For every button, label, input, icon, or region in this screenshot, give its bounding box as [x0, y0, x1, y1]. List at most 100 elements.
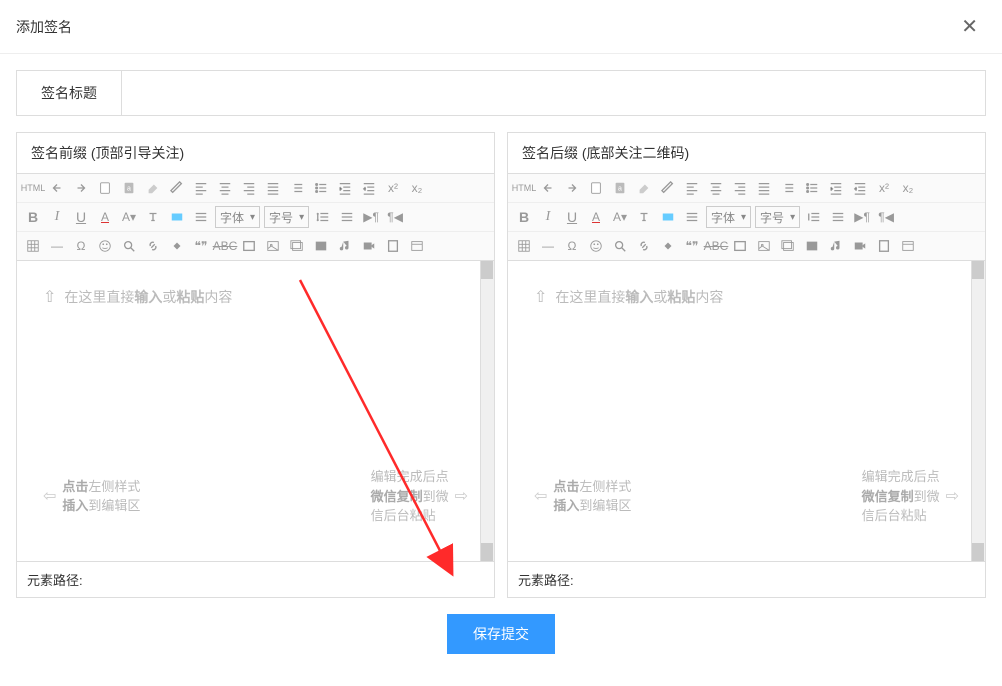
- paste-icon[interactable]: [93, 176, 117, 200]
- superscript-icon[interactable]: x²: [381, 176, 405, 200]
- eraser-icon[interactable]: [632, 176, 656, 200]
- image-icon[interactable]: [752, 234, 776, 258]
- multi-image-icon[interactable]: [285, 234, 309, 258]
- paragraph-icon[interactable]: [189, 205, 213, 229]
- direction-rtl-icon[interactable]: ¶◀: [874, 205, 898, 229]
- outdent-icon[interactable]: [848, 176, 872, 200]
- bold-button[interactable]: B: [512, 205, 536, 229]
- font-family-select[interactable]: 字体: [706, 206, 751, 228]
- align-left-icon[interactable]: [680, 176, 704, 200]
- scroll-up-icon[interactable]: [481, 261, 493, 279]
- scroll-down-icon[interactable]: [481, 543, 493, 561]
- italic-button[interactable]: I: [536, 205, 560, 229]
- paragraph-icon[interactable]: [680, 205, 704, 229]
- image-icon[interactable]: [261, 234, 285, 258]
- font-size-select[interactable]: 字号: [755, 206, 800, 228]
- bg-color-icon[interactable]: A▾: [117, 205, 141, 229]
- quote-icon[interactable]: ❝❞: [189, 234, 213, 258]
- editor-suffix-area[interactable]: ⇧ 在这里直接输入或粘贴内容 ⇦ 点击左侧样式 插入到编辑区: [508, 261, 985, 561]
- unlink-icon[interactable]: [165, 234, 189, 258]
- highlight-icon[interactable]: [656, 205, 680, 229]
- line-height-icon[interactable]: [311, 205, 335, 229]
- brush-icon[interactable]: [656, 176, 680, 200]
- link-icon[interactable]: [141, 234, 165, 258]
- editor-prefix-area[interactable]: ⇧ 在这里直接输入或粘贴内容 ⇦ 点击左侧样式 插入到编辑区: [17, 261, 494, 561]
- save-submit-button[interactable]: 保存提交: [447, 614, 555, 654]
- quote-icon[interactable]: ❝❞: [680, 234, 704, 258]
- code-icon[interactable]: [728, 234, 752, 258]
- special-char-icon[interactable]: Ω: [560, 234, 584, 258]
- html-source-button[interactable]: HTML: [21, 176, 45, 200]
- letter-spacing-icon[interactable]: [826, 205, 850, 229]
- scrollbar[interactable]: [480, 261, 494, 561]
- align-right-icon[interactable]: [237, 176, 261, 200]
- redo-icon[interactable]: [560, 176, 584, 200]
- video-icon[interactable]: [848, 234, 872, 258]
- link-icon[interactable]: [632, 234, 656, 258]
- align-left-icon[interactable]: [189, 176, 213, 200]
- html-source-button[interactable]: HTML: [512, 176, 536, 200]
- code-icon[interactable]: [237, 234, 261, 258]
- music-icon[interactable]: [824, 234, 848, 258]
- list-ordered-icon[interactable]: [285, 176, 309, 200]
- font-size-select[interactable]: 字号: [264, 206, 309, 228]
- indent-icon[interactable]: [333, 176, 357, 200]
- hr-icon[interactable]: —: [536, 234, 560, 258]
- search-icon[interactable]: [608, 234, 632, 258]
- superscript-icon[interactable]: x²: [872, 176, 896, 200]
- direction-ltr-icon[interactable]: ▶¶: [359, 205, 383, 229]
- list-unordered-icon[interactable]: [800, 176, 824, 200]
- subscript-icon[interactable]: x₂: [896, 176, 920, 200]
- subscript-icon[interactable]: x₂: [405, 176, 429, 200]
- table-icon[interactable]: [21, 234, 45, 258]
- emoji-icon[interactable]: [584, 234, 608, 258]
- underline-button[interactable]: U: [560, 205, 584, 229]
- align-right-icon[interactable]: [728, 176, 752, 200]
- highlight-icon[interactable]: [165, 205, 189, 229]
- font-color-icon[interactable]: A: [93, 205, 117, 229]
- gallery-icon[interactable]: [309, 234, 333, 258]
- template-icon[interactable]: [896, 234, 920, 258]
- remove-format-icon[interactable]: [141, 205, 165, 229]
- line-height-icon[interactable]: [802, 205, 826, 229]
- paste-text-icon[interactable]: a: [117, 176, 141, 200]
- font-color-icon[interactable]: A: [584, 205, 608, 229]
- video-icon[interactable]: [357, 234, 381, 258]
- outdent-icon[interactable]: [357, 176, 381, 200]
- remove-format-icon[interactable]: [632, 205, 656, 229]
- music-icon[interactable]: [333, 234, 357, 258]
- redo-icon[interactable]: [69, 176, 93, 200]
- eraser-icon[interactable]: [141, 176, 165, 200]
- strike-icon[interactable]: ABC: [704, 234, 728, 258]
- undo-icon[interactable]: [536, 176, 560, 200]
- hr-icon[interactable]: —: [45, 234, 69, 258]
- italic-button[interactable]: I: [45, 205, 69, 229]
- emoji-icon[interactable]: [93, 234, 117, 258]
- indent-icon[interactable]: [824, 176, 848, 200]
- undo-icon[interactable]: [45, 176, 69, 200]
- search-icon[interactable]: [117, 234, 141, 258]
- list-unordered-icon[interactable]: [309, 176, 333, 200]
- signature-title-input[interactable]: [122, 71, 985, 115]
- bg-color-icon[interactable]: A▾: [608, 205, 632, 229]
- scrollbar[interactable]: [971, 261, 985, 561]
- align-center-icon[interactable]: [704, 176, 728, 200]
- underline-button[interactable]: U: [69, 205, 93, 229]
- align-justify-icon[interactable]: [752, 176, 776, 200]
- align-center-icon[interactable]: [213, 176, 237, 200]
- font-family-select[interactable]: 字体: [215, 206, 260, 228]
- gallery-icon[interactable]: [800, 234, 824, 258]
- letter-spacing-icon[interactable]: [335, 205, 359, 229]
- attachment-icon[interactable]: [381, 234, 405, 258]
- paste-text-icon[interactable]: a: [608, 176, 632, 200]
- special-char-icon[interactable]: Ω: [69, 234, 93, 258]
- attachment-icon[interactable]: [872, 234, 896, 258]
- table-icon[interactable]: [512, 234, 536, 258]
- direction-rtl-icon[interactable]: ¶◀: [383, 205, 407, 229]
- direction-ltr-icon[interactable]: ▶¶: [850, 205, 874, 229]
- align-justify-icon[interactable]: [261, 176, 285, 200]
- close-button[interactable]: ✕: [953, 10, 986, 43]
- scroll-down-icon[interactable]: [972, 543, 984, 561]
- paste-icon[interactable]: [584, 176, 608, 200]
- template-icon[interactable]: [405, 234, 429, 258]
